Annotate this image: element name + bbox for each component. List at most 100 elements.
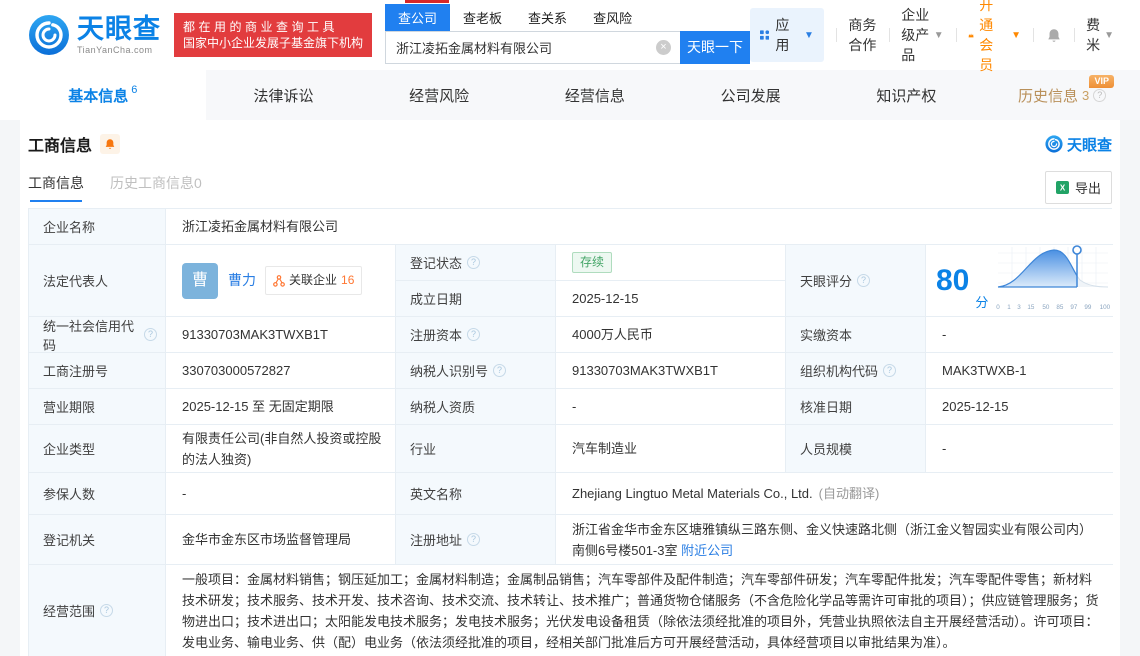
help-icon[interactable] [857,274,871,287]
field-label-paid-capital: 实缴资本 [786,317,926,353]
field-label-company-type: 企业类型 [29,425,166,473]
help-icon[interactable] [467,328,481,341]
field-value-registration-status: 存续 [556,245,786,281]
clear-search-icon[interactable] [656,39,672,55]
network-icon [273,274,285,287]
field-label-taxpayer-quality: 纳税人资质 [396,389,556,425]
status-badge: 存续 [572,252,613,273]
legal-rep-name-link[interactable]: 曹力 [228,270,256,291]
user-menu[interactable]: 费米 ▼ [1086,15,1114,55]
search-tabs: 查公司 查老板 查关系 查风险 [385,3,750,31]
nearby-companies-link[interactable]: 附近公司 [681,543,733,558]
field-value-approval-date: 2025-12-15 [926,389,1113,425]
nav-business-cooperation[interactable]: 商务合作 [848,15,876,55]
promo-banner-line2: 国家中小企业发展子基金旗下机构 [183,36,364,50]
field-label-taxpayer-id: 纳税人识别号 [396,353,556,389]
field-label-establish-date: 成立日期 [396,281,556,317]
company-tab-bar: 基本信息 6 法律诉讼 经营风险 经营信息 公司发展 知识产权 VIP 历史信息… [0,70,1140,120]
promo-banner-line1: 都在用的商业查询工具 [183,20,339,34]
search-input[interactable] [385,30,681,64]
tab-label: 经营风险 [409,87,470,105]
search-tab-risk[interactable]: 查风险 [580,4,645,31]
tab-operating-info[interactable]: 经营信息 [517,70,673,120]
svg-text:X: X [1060,183,1066,192]
chevron-down-icon: ▼ [933,29,944,41]
field-value-business-term: 2025-12-15 至 无固定期限 [166,389,396,425]
field-label-legal-representative: 法定代表人 [29,245,166,317]
field-label-industry: 行业 [396,425,556,473]
field-label-registration-status: 登记状态 [396,245,556,281]
tab-label: 基本信息 [68,87,129,105]
field-label-approval-date: 核准日期 [786,389,926,425]
help-icon[interactable] [883,364,897,377]
score-value: 80 [936,263,970,297]
top-header: 天眼查 TianYanCha.com 都在用的商业查询工具 国家中小企业发展子基… [0,0,1140,73]
tianyancha-logo-icon [1045,135,1063,153]
subtab-history-business-info[interactable]: 历史工商信息0 [110,173,202,202]
field-label-registration-number: 工商注册号 [29,353,166,389]
tianyancha-watermark: 天眼查 [1045,134,1112,155]
field-value-english-name: Zhejiang Lingtuo Metal Materials Co., Lt… [556,473,1113,515]
field-value-registered-capital: 4000万人民币 [556,317,786,353]
vip-badge: VIP [1089,75,1114,88]
tianyancha-logo[interactable]: 天眼查 TianYanCha.com [28,14,161,56]
nav-enterprise-products[interactable]: 企业级产品 ▼ [901,5,943,65]
chevron-down-icon: ▼ [804,29,814,41]
subtab-business-info[interactable]: 工商信息 [28,173,84,202]
divider [1073,28,1075,42]
crown-icon [968,32,974,37]
tab-history-info[interactable]: VIP 历史信息 3 [984,70,1140,120]
logo-title: 天眼查 [77,13,161,44]
search-tab-boss[interactable]: 查老板 [450,4,515,31]
field-label-credit-code: 统一社会信用代码 [29,317,166,353]
field-value-company-name: 浙江凌拓金属材料有限公司 [166,209,1113,245]
chevron-down-icon: ▼ [1011,29,1022,41]
legal-rep-avatar[interactable]: 曹 [182,262,218,299]
help-icon[interactable] [467,533,481,546]
help-icon[interactable] [493,364,507,377]
field-value-industry: 汽车制造业 [556,425,786,473]
tab-basic-info[interactable]: 基本信息 6 [0,70,206,120]
tab-company-development[interactable]: 公司发展 [673,70,829,120]
field-value-legal-representative: 曹 曹力 关联企业 16 [166,245,396,317]
tab-label: 历史信息 [1017,87,1078,105]
help-icon[interactable] [467,256,481,269]
tab-count: 6 [131,84,138,96]
search-tab-company[interactable]: 查公司 [385,3,451,31]
help-icon[interactable] [100,604,114,617]
search-button[interactable]: 天眼一下 [680,30,751,64]
field-value-tianyan-score[interactable]: 80 分 0 1 3 15 50 85 97 99 100 [926,245,1113,317]
enterprise-label: 企业级产品 [901,7,930,63]
tianyancha-logo-icon [29,15,69,55]
tab-operating-risk[interactable]: 经营风险 [361,70,517,120]
promo-banner: 都在用的商业查询工具 国家中小企业发展子基金旗下机构 [174,13,373,57]
notification-bell-icon[interactable] [1046,28,1062,43]
field-label-registered-capital: 注册资本 [396,317,556,353]
tab-intellectual-property[interactable]: 知识产权 [829,70,985,120]
help-icon[interactable] [144,328,157,341]
tab-label: 公司发展 [720,87,781,105]
excel-icon: X [1055,180,1069,194]
tab-count: 3 [1082,87,1090,103]
tab-legal-proceedings[interactable]: 法律诉讼 [206,70,362,120]
related-label: 关联企业 [289,273,338,287]
field-value-business-scope: 一般项目：金属材料销售；钢压延加工；金属材料制造；金属制品销售；汽车零部件及配件… [166,565,1113,656]
apps-menu[interactable]: 应用 ▼ [750,8,824,62]
field-label-english-name: 英文名称 [396,473,556,515]
watermark-label: 天眼查 [1066,136,1112,154]
search-tab-relation[interactable]: 查关系 [515,4,580,31]
help-icon[interactable] [1093,88,1107,102]
related-companies-badge[interactable]: 关联企业 16 [265,266,363,295]
divider [835,28,837,42]
chevron-down-icon: ▼ [1104,29,1114,41]
divider [1033,28,1034,42]
field-label-business-scope: 经营范围 [29,565,166,656]
monitor-bell-icon[interactable] [100,134,121,154]
score-unit: 分 [975,295,989,310]
open-vip-button[interactable]: 开通会员 ▼ [968,0,1021,75]
field-label-company-name: 企业名称 [29,209,166,245]
export-button[interactable]: X 导出 [1044,170,1112,204]
score-distribution-chart: 0 1 3 15 50 85 97 99 100 [994,243,1112,318]
field-value-establish-date: 2025-12-15 [556,281,786,317]
field-value-insured-count: - [166,473,396,515]
